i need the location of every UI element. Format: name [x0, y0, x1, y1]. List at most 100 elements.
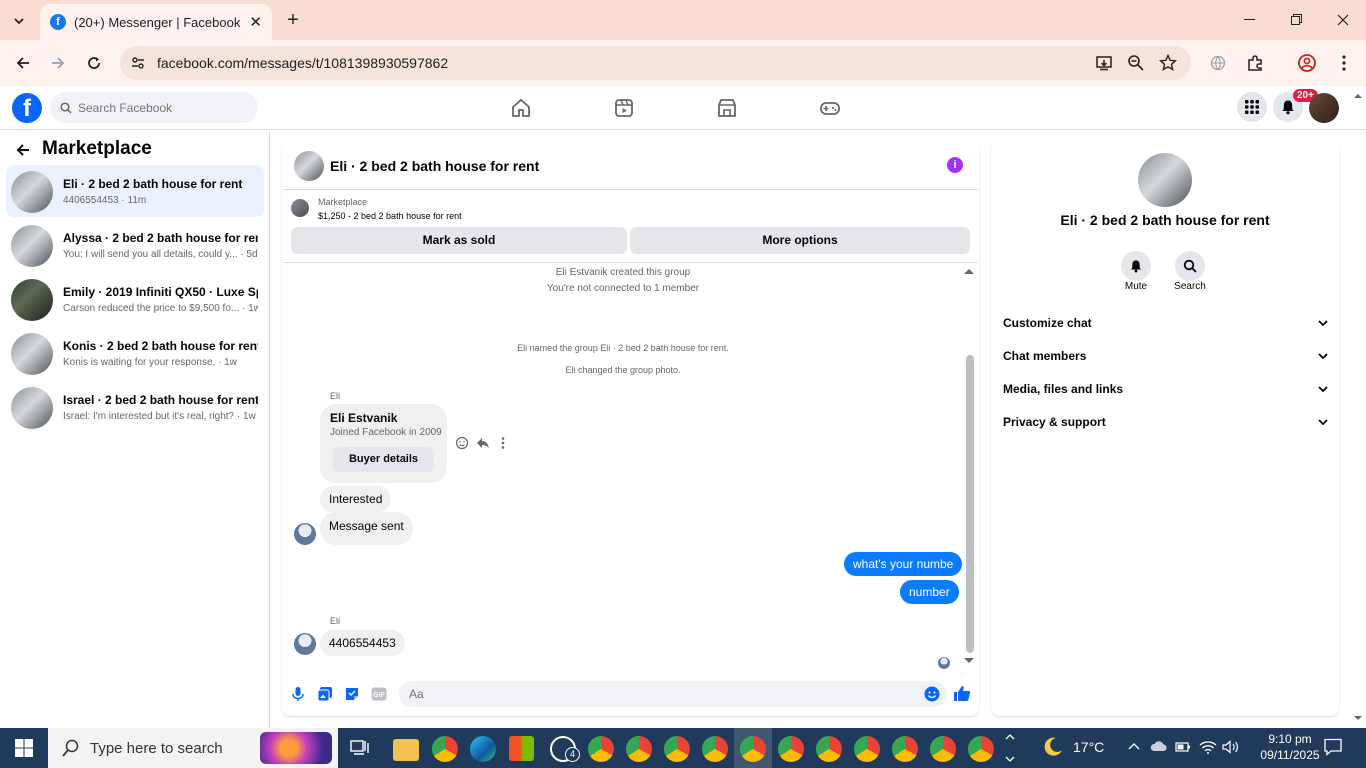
tab-close-icon[interactable]: ✕ [249, 13, 262, 31]
browser-menu-icon[interactable] [1329, 48, 1359, 78]
install-app-icon[interactable] [1095, 54, 1113, 72]
chrome-profile-icon[interactable] [664, 736, 690, 762]
like-thumbs-up-icon[interactable] [953, 684, 971, 702]
video-tab-icon[interactable] [612, 96, 636, 120]
extensions-icon[interactable] [1240, 48, 1270, 78]
store-icon[interactable] [509, 736, 534, 761]
info-icon[interactable]: i [947, 157, 963, 173]
show-hidden-icons-icon[interactable] [1128, 742, 1140, 750]
profile-icon[interactable] [1292, 48, 1322, 78]
task-view-icon[interactable] [350, 739, 370, 757]
sender-avatar[interactable] [294, 523, 316, 545]
chat-members-section[interactable]: Chat members [1003, 347, 1328, 365]
gif-icon[interactable]: GIF [370, 685, 388, 703]
volume-icon[interactable] [1222, 740, 1240, 754]
incoming-message[interactable]: Message sent [320, 512, 413, 545]
gaming-tab-icon[interactable] [818, 96, 842, 120]
outgoing-message[interactable]: number [900, 580, 959, 604]
incoming-message[interactable]: Interested [320, 486, 392, 512]
minimize-button[interactable] [1227, 0, 1273, 40]
tab-search-chevron-icon[interactable] [8, 10, 30, 32]
scroll-down-arrow-icon[interactable] [963, 657, 975, 665]
conversation-thumbnail [11, 279, 53, 321]
chrome-profile-icon[interactable] [740, 736, 766, 762]
chat-scrollbar[interactable] [966, 355, 974, 653]
scroll-up-arrow-icon[interactable] [963, 267, 975, 275]
home-tab-icon[interactable] [509, 96, 533, 120]
chrome-profile-icon[interactable] [778, 736, 804, 762]
windows-start-icon[interactable] [15, 739, 33, 757]
site-info-icon[interactable] [130, 55, 146, 71]
translate-icon[interactable] [1203, 48, 1233, 78]
chat-title[interactable]: Eli · 2 bed 2 bath house for rent [330, 158, 539, 174]
wifi-icon[interactable] [1199, 740, 1217, 754]
bookmark-star-icon[interactable] [1159, 54, 1177, 72]
react-emoji-icon[interactable] [455, 436, 469, 450]
microphone-icon[interactable] [289, 685, 307, 703]
reply-icon[interactable] [476, 436, 490, 450]
account-avatar[interactable] [1309, 93, 1339, 123]
chrome-profile-icon[interactable] [588, 736, 614, 762]
weather-temperature[interactable]: 17°C [1073, 739, 1104, 755]
file-explorer-icon[interactable] [393, 739, 419, 761]
search-conversation-button[interactable] [1175, 251, 1205, 281]
sender-avatar[interactable] [294, 633, 316, 655]
facebook-logo-icon[interactable]: f [12, 93, 42, 123]
chrome-icon[interactable] [432, 736, 458, 762]
taskbar-clock[interactable]: 9:10 pm 09/11/2025 [1256, 731, 1324, 763]
onedrive-icon[interactable] [1150, 740, 1168, 752]
conversation-item[interactable]: Eli · 2 bed 2 bath house for rent 440655… [6, 165, 264, 217]
conversation-item[interactable]: Emily · 2019 Infiniti QX50 · Luxe Sp... … [6, 273, 264, 325]
page-scroll-down-icon[interactable] [1353, 715, 1363, 722]
emoji-icon[interactable] [924, 686, 940, 702]
mute-button[interactable] [1121, 251, 1151, 281]
chrome-profile-icon[interactable] [626, 736, 652, 762]
back-arrow-icon[interactable] [15, 142, 31, 158]
taskbar-scroll-icon[interactable] [1004, 732, 1016, 764]
facebook-search-box[interactable] [50, 92, 258, 123]
chrome-profile-icon[interactable] [968, 736, 994, 762]
zoom-icon[interactable] [1127, 54, 1145, 72]
message-input[interactable] [399, 681, 899, 707]
outgoing-message[interactable]: what's your numbe [844, 552, 963, 576]
restore-button[interactable] [1273, 0, 1319, 40]
buyer-details-button[interactable]: Buyer details [333, 447, 434, 472]
reload-button[interactable] [79, 48, 109, 78]
browser-tab[interactable]: f (20+) Messenger | Facebook ✕ [40, 4, 272, 40]
forward-button[interactable] [43, 48, 73, 78]
page-scroll-up-icon[interactable] [1353, 92, 1363, 99]
chrome-profile-icon[interactable] [892, 736, 918, 762]
back-button[interactable] [8, 48, 38, 78]
new-tab-button[interactable]: + [283, 10, 303, 30]
customize-chat-section[interactable]: Customize chat [1003, 314, 1328, 332]
omnibox[interactable]: facebook.com/messages/t/1081398930597862 [120, 46, 1191, 80]
listing-price[interactable]: $1,250 - 2 bed 2 bath house for rent [318, 211, 462, 221]
photo-icon[interactable] [316, 685, 334, 703]
taskbar-search-box[interactable]: Type here to search [48, 728, 338, 768]
media-files-links-section[interactable]: Media, files and links [1003, 380, 1328, 398]
chat-avatar[interactable] [294, 151, 324, 181]
sticker-icon[interactable] [343, 685, 361, 703]
incoming-message[interactable]: 4406554453 [320, 630, 405, 656]
menu-grid-button[interactable] [1237, 92, 1267, 122]
listing-thumbnail[interactable] [291, 199, 309, 217]
facebook-search-input[interactable] [78, 100, 248, 115]
mark-as-sold-button[interactable]: Mark as sold [291, 227, 627, 254]
more-options-button[interactable]: More options [630, 227, 970, 254]
chrome-profile-icon[interactable] [854, 736, 880, 762]
close-window-button[interactable] [1320, 0, 1366, 40]
privacy-support-section[interactable]: Privacy & support [1003, 413, 1328, 431]
more-actions-icon[interactable] [501, 436, 505, 450]
battery-icon[interactable] [1175, 741, 1191, 753]
conversation-item[interactable]: Konis · 2 bed 2 bath house for rent Koni… [6, 327, 264, 379]
message-composer[interactable] [399, 681, 947, 707]
chrome-profile-icon[interactable] [930, 736, 956, 762]
group-photo[interactable] [1138, 153, 1192, 207]
conversation-item[interactable]: Israel · 2 bed 2 bath house for rent Isr… [6, 381, 264, 433]
edge-icon[interactable] [470, 736, 496, 762]
chrome-profile-icon[interactable] [702, 736, 728, 762]
conversation-item[interactable]: Alyssa · 2 bed 2 bath house for rent You… [6, 219, 264, 271]
chrome-profile-icon[interactable] [816, 736, 842, 762]
marketplace-tab-icon[interactable] [715, 96, 739, 120]
notification-center-icon[interactable] [1324, 738, 1342, 756]
